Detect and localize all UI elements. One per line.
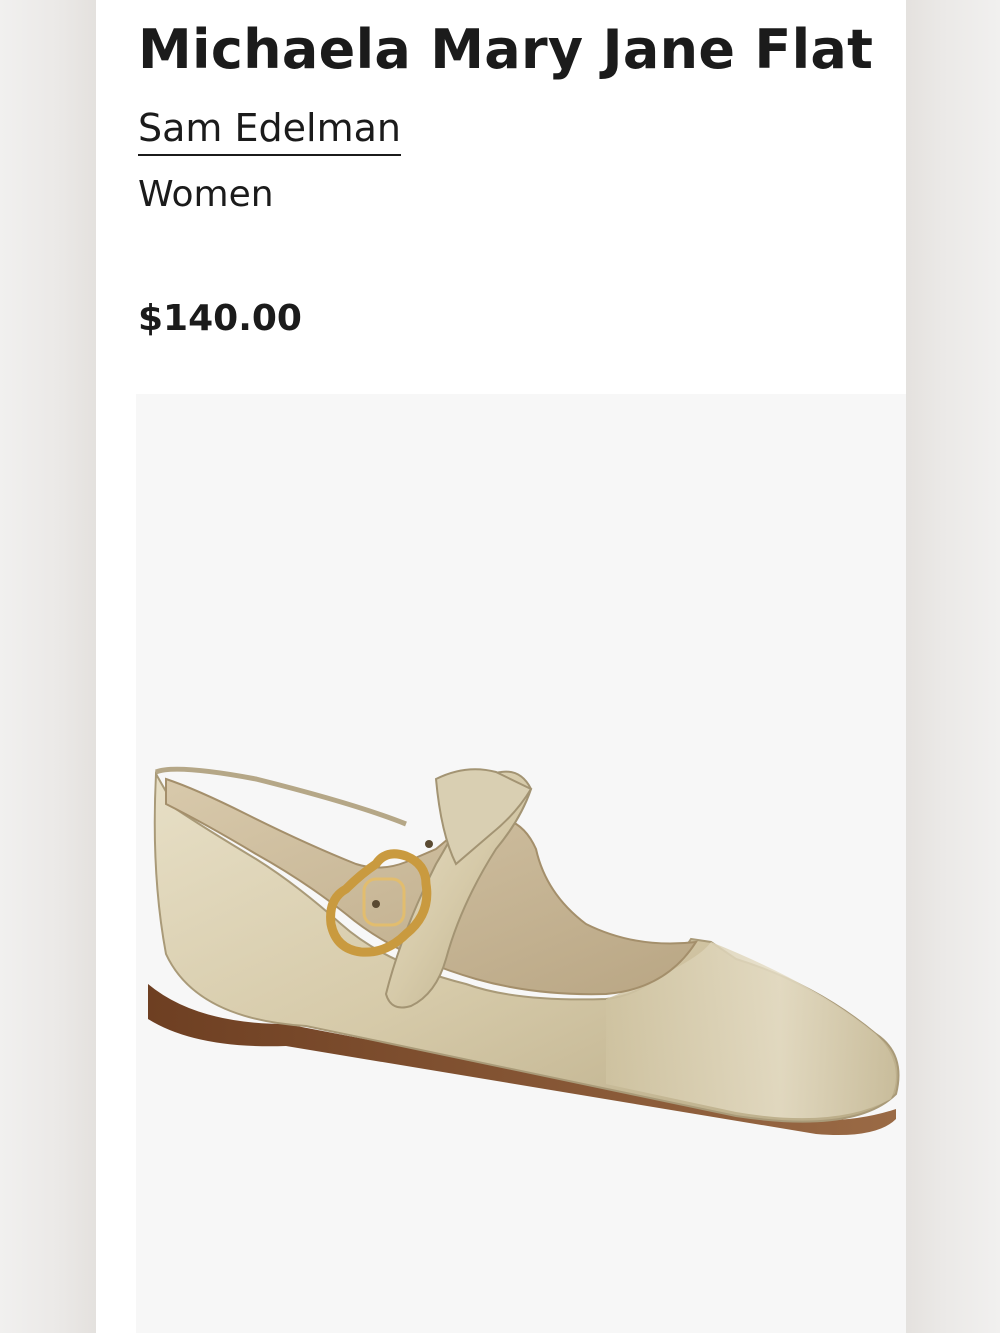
product-category: Women [138, 174, 274, 215]
background-right [904, 0, 1000, 1333]
brand-link[interactable]: Sam Edelman [138, 106, 401, 156]
background-left [0, 0, 96, 1333]
shoe-image [148, 766, 900, 1135]
product-image[interactable] [136, 394, 906, 1333]
product-price: $140.00 [138, 298, 302, 339]
product-card: Michaela Mary Jane Flat Sam Edelman Wome… [96, 0, 906, 1333]
product-title: Michaela Mary Jane Flat [138, 18, 874, 81]
